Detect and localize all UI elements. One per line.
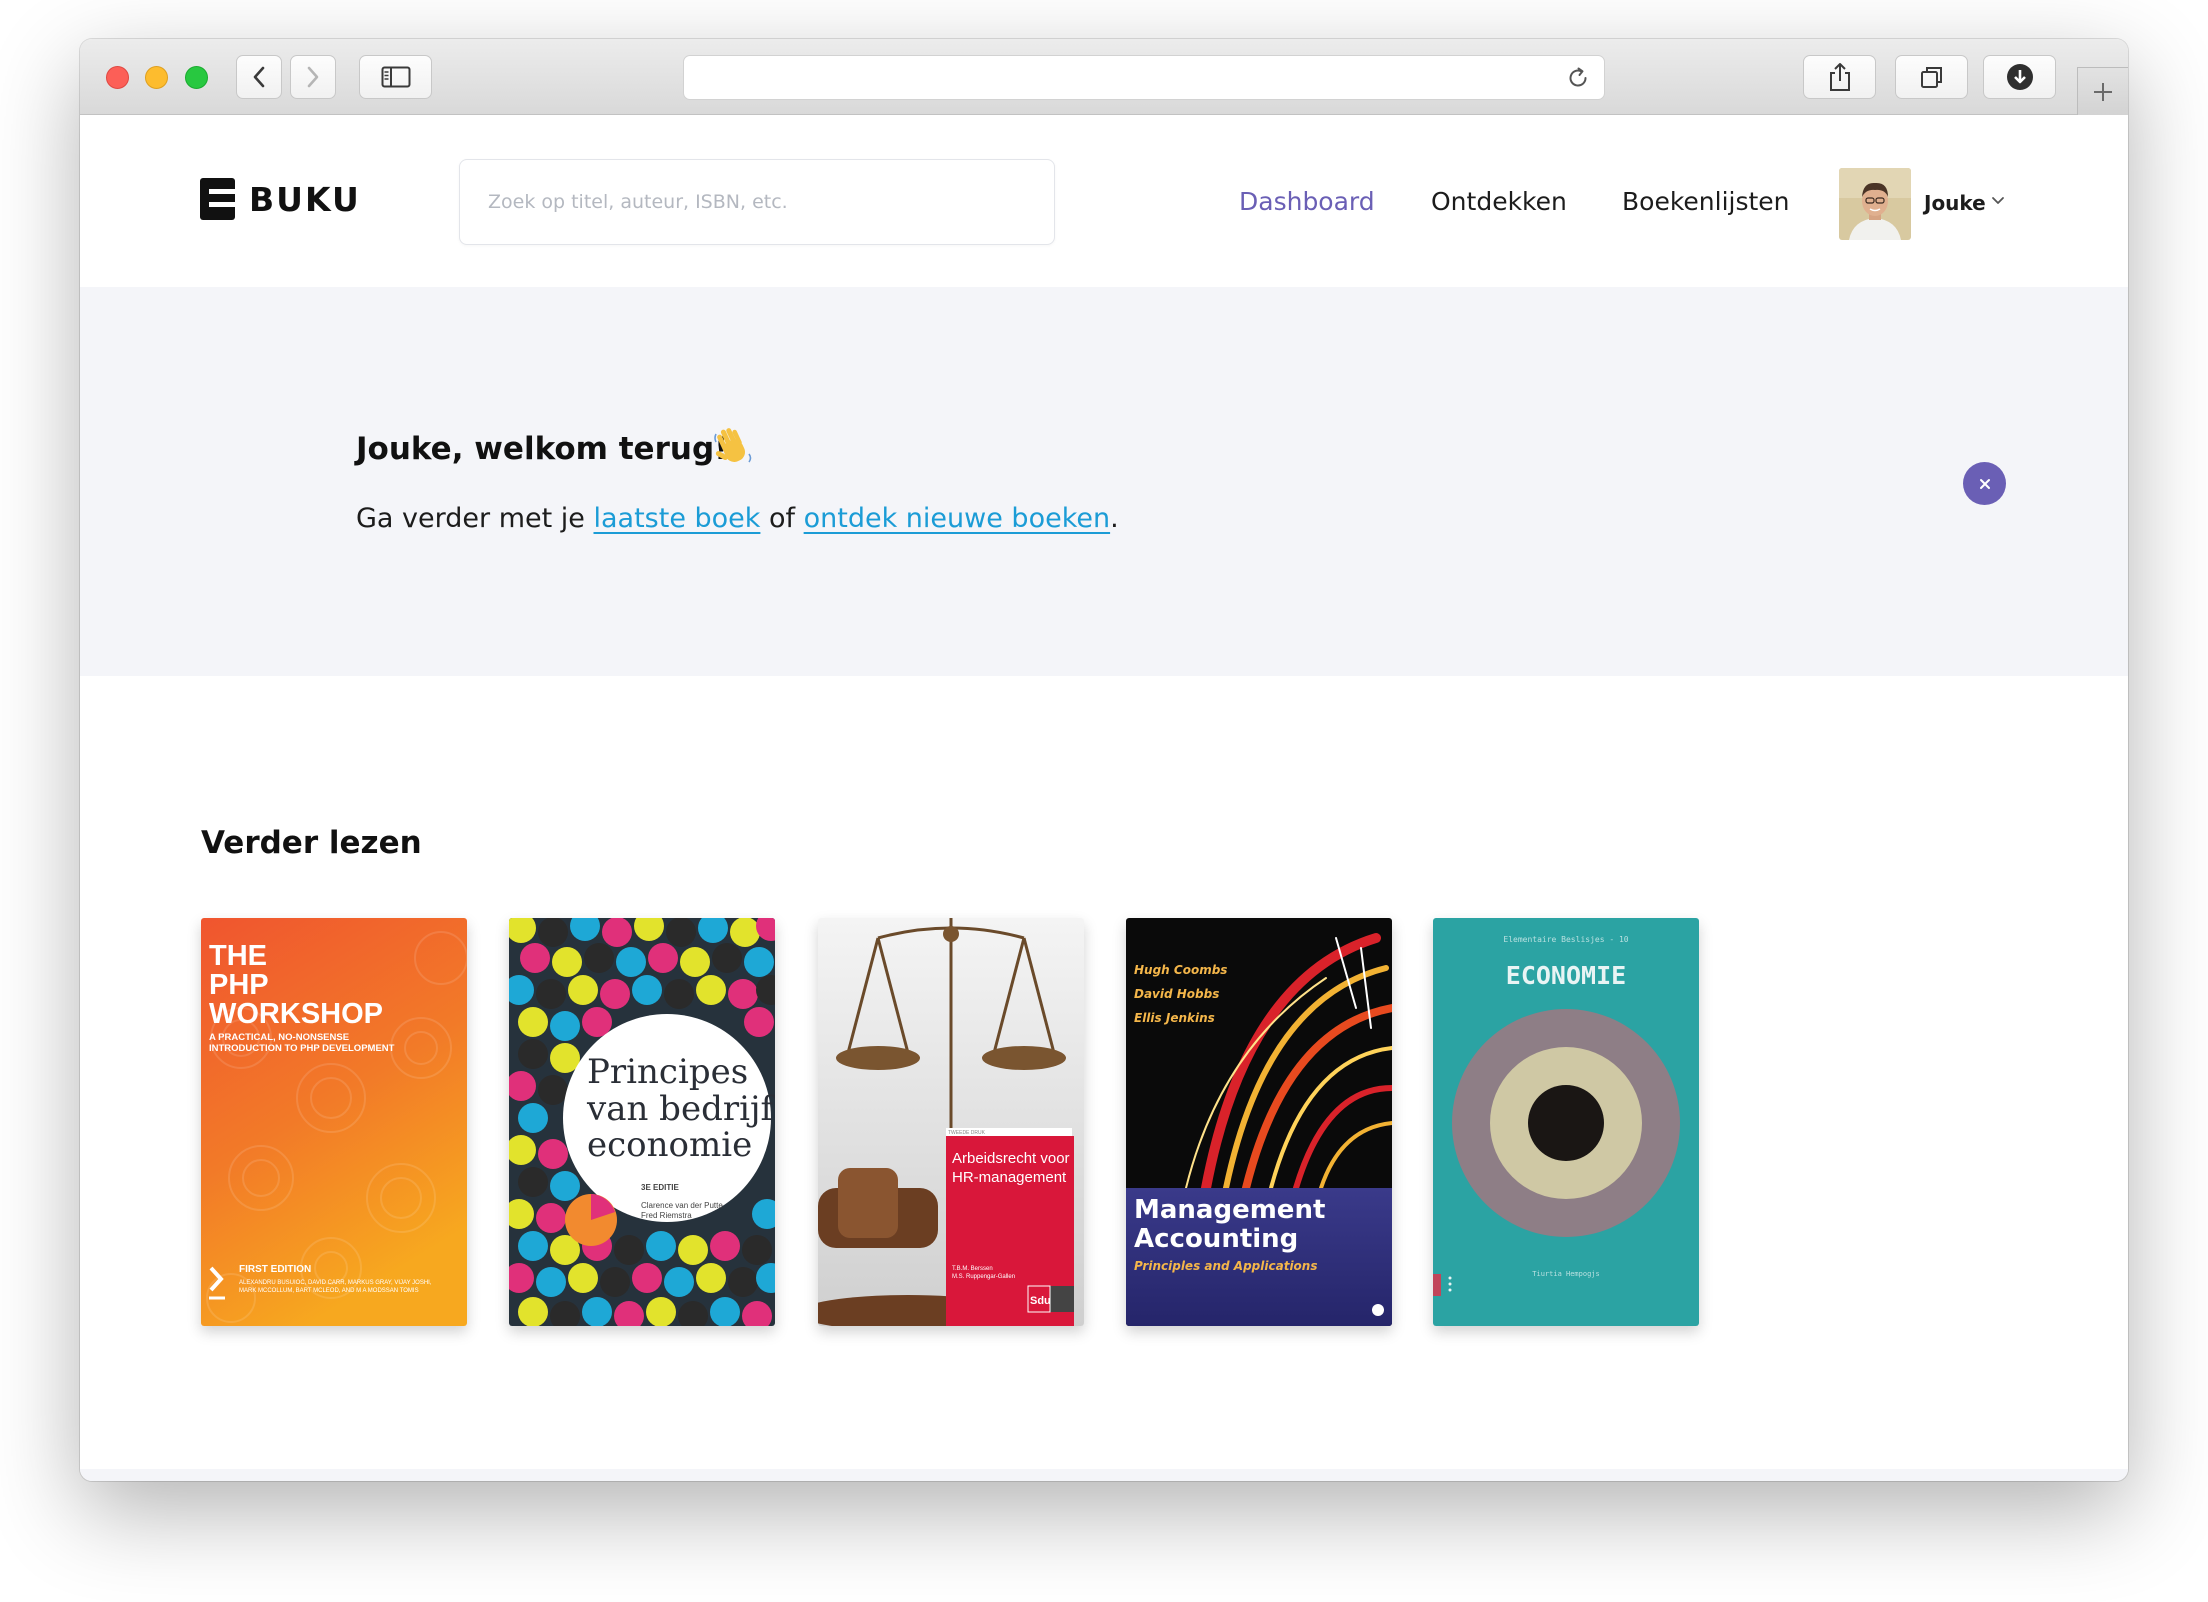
back-icon — [253, 66, 265, 88]
back-button[interactable] — [236, 55, 282, 99]
dismiss-banner-button[interactable] — [1963, 462, 2006, 505]
sidebar-button[interactable] — [359, 55, 432, 99]
book2-author1: Clarence van der Putte — [641, 1201, 723, 1210]
nav-boekenlijsten[interactable]: Boekenlijsten — [1622, 187, 1790, 216]
book4-subtitle: Principles and Applications — [1134, 1259, 1317, 1273]
welcome-banner: Jouke, welkom terug! Ga verder met je la… — [80, 287, 2128, 676]
address-bar[interactable] — [683, 55, 1605, 100]
browser-toolbar — [80, 39, 2128, 115]
book3-author2: M.S. Ruppengar-Gallen — [952, 1274, 1015, 1280]
section-title-continue-reading: Verder lezen — [201, 825, 422, 861]
forward-icon — [307, 66, 319, 88]
buku-logo-icon — [200, 178, 235, 220]
book4-author1: Hugh Coombs — [1134, 963, 1227, 977]
welcome-text-suffix: . — [1110, 503, 1119, 534]
welcome-message: Ga verder met je laatste boek of ontdek … — [356, 503, 1119, 534]
book3-publisher: Sdu — [1030, 1295, 1051, 1307]
search-input[interactable]: Zoek op titel, auteur, ISBN, etc. — [459, 159, 1055, 245]
close-icon — [1979, 478, 1990, 489]
book5-footer: Tiurtia Hempogjs — [1532, 1270, 1599, 1278]
discover-books-link[interactable]: ontdek nieuwe boeken — [804, 503, 1110, 534]
book1-subtitle-line2: INTRODUCTION TO PHP DEVELOPMENT — [209, 1043, 395, 1054]
avatar[interactable] — [1839, 168, 1911, 240]
book5-title: ECONOMIE — [1506, 961, 1626, 990]
welcome-text-prefix: Ga verder met je — [356, 503, 594, 534]
book2-title-line2: van bedrijfs — [586, 1089, 775, 1129]
nav-ontdekken[interactable]: Ontdekken — [1431, 187, 1567, 216]
forward-button[interactable] — [290, 55, 336, 99]
download-icon — [2006, 64, 2033, 90]
share-button[interactable] — [1803, 55, 1876, 99]
user-name[interactable]: Jouke — [1924, 191, 1986, 215]
tabs-icon — [1920, 67, 1942, 88]
plus-icon — [2094, 82, 2112, 101]
zoom-window-button[interactable] — [185, 66, 208, 89]
book3-title-line2: HR-management — [952, 1169, 1067, 1186]
welcome-text-middle: of — [760, 503, 804, 534]
book-card-arbeidsrecht[interactable]: TWEEDE DRUK Arbeidsrecht voor HR-managem… — [818, 918, 1084, 1326]
book3-series: TWEEDE DRUK — [948, 1130, 986, 1136]
last-book-link[interactable]: laatste boek — [593, 503, 760, 534]
browser-window: BUKU Zoek op titel, auteur, ISBN, etc. D… — [80, 39, 2128, 1481]
book1-authors-line1: ALEXANDRU BUSUIOC, DAVID CARR, MARKUS GR… — [239, 1280, 432, 1286]
welcome-title: Jouke, welkom terug! — [356, 431, 729, 467]
book4-author2: David Hobbs — [1134, 987, 1219, 1001]
book-card-principes-bedrijfseconomie[interactable]: Principes van bedrijfs economie 3E EDITI… — [509, 918, 775, 1326]
waving-hand-icon — [711, 424, 755, 473]
minimize-window-button[interactable] — [145, 66, 168, 89]
logo-text: BUKU — [249, 179, 361, 219]
site-header: BUKU Zoek op titel, auteur, ISBN, etc. D… — [80, 116, 2128, 287]
tabs-overview-button[interactable] — [1895, 55, 1968, 99]
book3-title-line1: Arbeidsrecht voor — [952, 1150, 1070, 1167]
book4-title-line2: Accounting — [1134, 1224, 1298, 1254]
book1-authors-line2: MARK MCCOLLUM, BART MCLEOD, AND M A MODS… — [239, 1288, 419, 1294]
book3-author1: T.B.M. Berssen — [952, 1266, 993, 1272]
book-card-management-accounting[interactable]: Hugh Coombs David Hobbs Ellis Jenkins Ma… — [1126, 918, 1392, 1326]
nav-dashboard[interactable]: Dashboard — [1239, 187, 1375, 216]
downloads-button[interactable] — [1983, 55, 2056, 99]
book4-title-line1: Management — [1134, 1195, 1325, 1225]
book1-title-line3: WORKSHOP — [209, 998, 383, 1030]
new-tab-button[interactable] — [2077, 67, 2128, 115]
book-card-economie[interactable]: Elementaire Beslisjes - 10 ECONOMIE Tiur… — [1433, 918, 1699, 1326]
book4-author3: Ellis Jenkins — [1134, 1011, 1215, 1025]
book2-edition: 3E EDITIE — [641, 1183, 679, 1192]
buku-logo[interactable]: BUKU — [200, 178, 361, 220]
book2-title-line1: Principes — [587, 1052, 748, 1092]
book1-edition: FIRST EDITION — [239, 1264, 311, 1275]
reload-icon[interactable] — [1566, 66, 1590, 90]
book1-subtitle-line1: A PRACTICAL, NO-NONSENSE — [209, 1032, 349, 1043]
sidebar-icon — [381, 66, 410, 88]
book-card-php-workshop[interactable]: THE PHP WORKSHOP A PRACTICAL, NO-NONSENS… — [201, 918, 467, 1326]
share-icon — [1829, 63, 1850, 91]
book5-series: Elementaire Beslisjes - 10 — [1503, 935, 1628, 944]
close-window-button[interactable] — [106, 66, 129, 89]
page-footer-strip — [80, 1469, 2128, 1481]
chevron-down-icon[interactable] — [1991, 196, 2005, 206]
book1-title-line1: THE — [209, 940, 267, 972]
book1-title-line2: PHP — [209, 969, 269, 1001]
book2-author2: Fred Riemstra — [641, 1211, 692, 1220]
book2-title-line3: economie — [587, 1125, 752, 1165]
